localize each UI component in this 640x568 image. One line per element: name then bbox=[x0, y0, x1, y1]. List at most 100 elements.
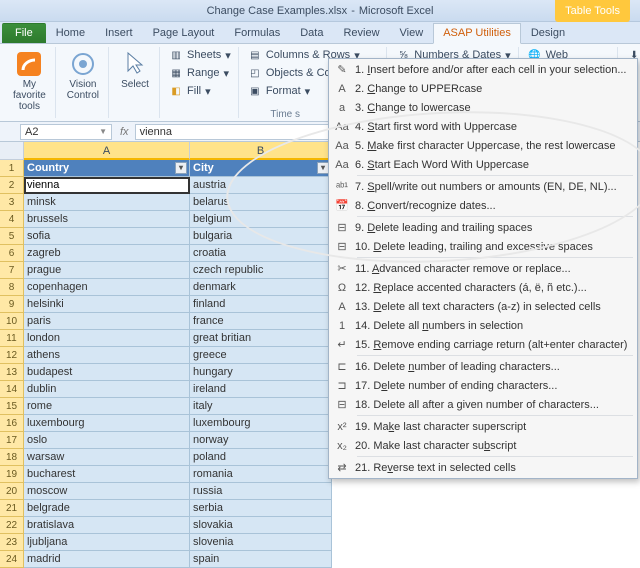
cell[interactable]: luxembourg bbox=[24, 415, 190, 432]
menu-item[interactable]: Aa6. Start Each Word With Uppercase bbox=[329, 155, 637, 174]
cell[interactable]: poland bbox=[190, 449, 332, 466]
row-header[interactable]: 22 bbox=[0, 517, 24, 534]
tab-design[interactable]: Design bbox=[521, 23, 575, 43]
cell[interactable]: denmark bbox=[190, 279, 332, 296]
tab-formulas[interactable]: Formulas bbox=[224, 23, 290, 43]
tab-view[interactable]: View bbox=[390, 23, 434, 43]
row-header[interactable]: 24 bbox=[0, 551, 24, 568]
row-header[interactable]: 18 bbox=[0, 449, 24, 466]
range-menu[interactable]: ▦Range ▾ bbox=[167, 65, 233, 81]
row-header[interactable]: 16 bbox=[0, 415, 24, 432]
cell[interactable]: moscow bbox=[24, 483, 190, 500]
row-header[interactable]: 19 bbox=[0, 466, 24, 483]
favorite-tools-button[interactable]: My favorite tools bbox=[9, 47, 50, 114]
tab-review[interactable]: Review bbox=[333, 23, 389, 43]
cell[interactable]: finland bbox=[190, 296, 332, 313]
cell[interactable]: minsk bbox=[24, 194, 190, 211]
menu-item[interactable]: Ω12. Replace accented characters (á, ë, … bbox=[329, 278, 637, 297]
cell[interactable]: dublin bbox=[24, 381, 190, 398]
fx-label[interactable]: fx bbox=[114, 126, 135, 138]
cell[interactable]: austria bbox=[190, 177, 332, 194]
cell[interactable]: sofia bbox=[24, 228, 190, 245]
cell[interactable]: hungary bbox=[190, 364, 332, 381]
cell[interactable]: athens bbox=[24, 347, 190, 364]
cell[interactable]: prague bbox=[24, 262, 190, 279]
cell[interactable]: slovakia bbox=[190, 517, 332, 534]
row-header[interactable]: 5 bbox=[0, 228, 24, 245]
cell[interactable]: ireland bbox=[190, 381, 332, 398]
menu-item[interactable]: A13. Delete all text characters (a-z) in… bbox=[329, 297, 637, 316]
row-header[interactable]: 12 bbox=[0, 347, 24, 364]
cell[interactable]: vienna bbox=[24, 177, 190, 194]
menu-item[interactable]: ↵15. Remove ending carriage return (alt+… bbox=[329, 335, 637, 354]
cell[interactable]: paris bbox=[24, 313, 190, 330]
cell[interactable]: helsinki bbox=[24, 296, 190, 313]
cell[interactable]: belgrade bbox=[24, 500, 190, 517]
cell[interactable]: ljubljana bbox=[24, 534, 190, 551]
cell[interactable]: bratislava bbox=[24, 517, 190, 534]
cell[interactable]: russia bbox=[190, 483, 332, 500]
cell[interactable]: madrid bbox=[24, 551, 190, 568]
fill-menu[interactable]: ◧Fill ▾ bbox=[167, 83, 233, 99]
sheets-menu[interactable]: ▥Sheets ▾ bbox=[167, 47, 233, 63]
tab-file[interactable]: File bbox=[2, 23, 46, 43]
menu-item[interactable]: a3. Change to lowercase bbox=[329, 98, 637, 117]
vision-control-button[interactable]: Vision Control bbox=[63, 47, 103, 103]
cell[interactable]: great britian bbox=[190, 330, 332, 347]
row-header[interactable]: 7 bbox=[0, 262, 24, 279]
cell[interactable]: romania bbox=[190, 466, 332, 483]
menu-item[interactable]: ⇄21. Reverse text in selected cells bbox=[329, 458, 637, 477]
cell[interactable]: bucharest bbox=[24, 466, 190, 483]
menu-item[interactable]: ⊟18. Delete all after a given number of … bbox=[329, 395, 637, 414]
select-button[interactable]: Select bbox=[116, 47, 154, 92]
col-header-B[interactable]: B bbox=[190, 142, 332, 160]
tab-asap-utilities[interactable]: ASAP Utilities bbox=[433, 23, 521, 44]
cell[interactable]: luxembourg bbox=[190, 415, 332, 432]
menu-item[interactable]: x₂20. Make last character subscript bbox=[329, 436, 637, 455]
row-header[interactable]: 1 bbox=[0, 160, 24, 177]
cell[interactable]: spain bbox=[190, 551, 332, 568]
row-header[interactable]: 8 bbox=[0, 279, 24, 296]
table-header-city[interactable]: City▾ bbox=[190, 160, 332, 177]
tab-data[interactable]: Data bbox=[290, 23, 333, 43]
row-header[interactable]: 13 bbox=[0, 364, 24, 381]
cell[interactable]: greece bbox=[190, 347, 332, 364]
menu-item[interactable]: A2. Change to UPPERcase bbox=[329, 79, 637, 98]
cell[interactable]: brussels bbox=[24, 211, 190, 228]
cell[interactable]: serbia bbox=[190, 500, 332, 517]
menu-item[interactable]: Aa4. Start first word with Uppercase bbox=[329, 117, 637, 136]
row-header[interactable]: 23 bbox=[0, 534, 24, 551]
tab-insert[interactable]: Insert bbox=[95, 23, 143, 43]
menu-item[interactable]: ⊐17. Delete number of ending characters.… bbox=[329, 376, 637, 395]
select-all-corner[interactable] bbox=[0, 142, 24, 160]
cell[interactable]: zagreb bbox=[24, 245, 190, 262]
tab-home[interactable]: Home bbox=[46, 23, 95, 43]
row-header[interactable]: 11 bbox=[0, 330, 24, 347]
cell[interactable]: warsaw bbox=[24, 449, 190, 466]
row-header[interactable]: 2 bbox=[0, 177, 24, 194]
cell[interactable]: rome bbox=[24, 398, 190, 415]
name-box[interactable]: A2▼ bbox=[20, 124, 112, 140]
filter-dropdown-icon[interactable]: ▾ bbox=[175, 162, 187, 174]
cell[interactable]: italy bbox=[190, 398, 332, 415]
cell[interactable]: budapest bbox=[24, 364, 190, 381]
menu-item[interactable]: Aa5. Make first character Uppercase, the… bbox=[329, 136, 637, 155]
row-header[interactable]: 10 bbox=[0, 313, 24, 330]
cell[interactable]: croatia bbox=[190, 245, 332, 262]
cell[interactable]: belgium bbox=[190, 211, 332, 228]
row-header[interactable]: 6 bbox=[0, 245, 24, 262]
table-header-country[interactable]: Country▾ bbox=[24, 160, 190, 177]
cell[interactable]: belarus bbox=[190, 194, 332, 211]
cell[interactable]: london bbox=[24, 330, 190, 347]
row-header[interactable]: 9 bbox=[0, 296, 24, 313]
menu-item[interactable]: ✎1. Insert before and/or after each cell… bbox=[329, 60, 637, 79]
row-header[interactable]: 4 bbox=[0, 211, 24, 228]
menu-item[interactable]: 📅8. Convert/recognize dates... bbox=[329, 196, 637, 215]
cell[interactable]: copenhagen bbox=[24, 279, 190, 296]
cell[interactable]: slovenia bbox=[190, 534, 332, 551]
menu-item[interactable]: 114. Delete all numbers in selection bbox=[329, 316, 637, 335]
tab-pagelayout[interactable]: Page Layout bbox=[143, 23, 225, 43]
row-header[interactable]: 3 bbox=[0, 194, 24, 211]
row-header[interactable]: 14 bbox=[0, 381, 24, 398]
row-header[interactable]: 21 bbox=[0, 500, 24, 517]
